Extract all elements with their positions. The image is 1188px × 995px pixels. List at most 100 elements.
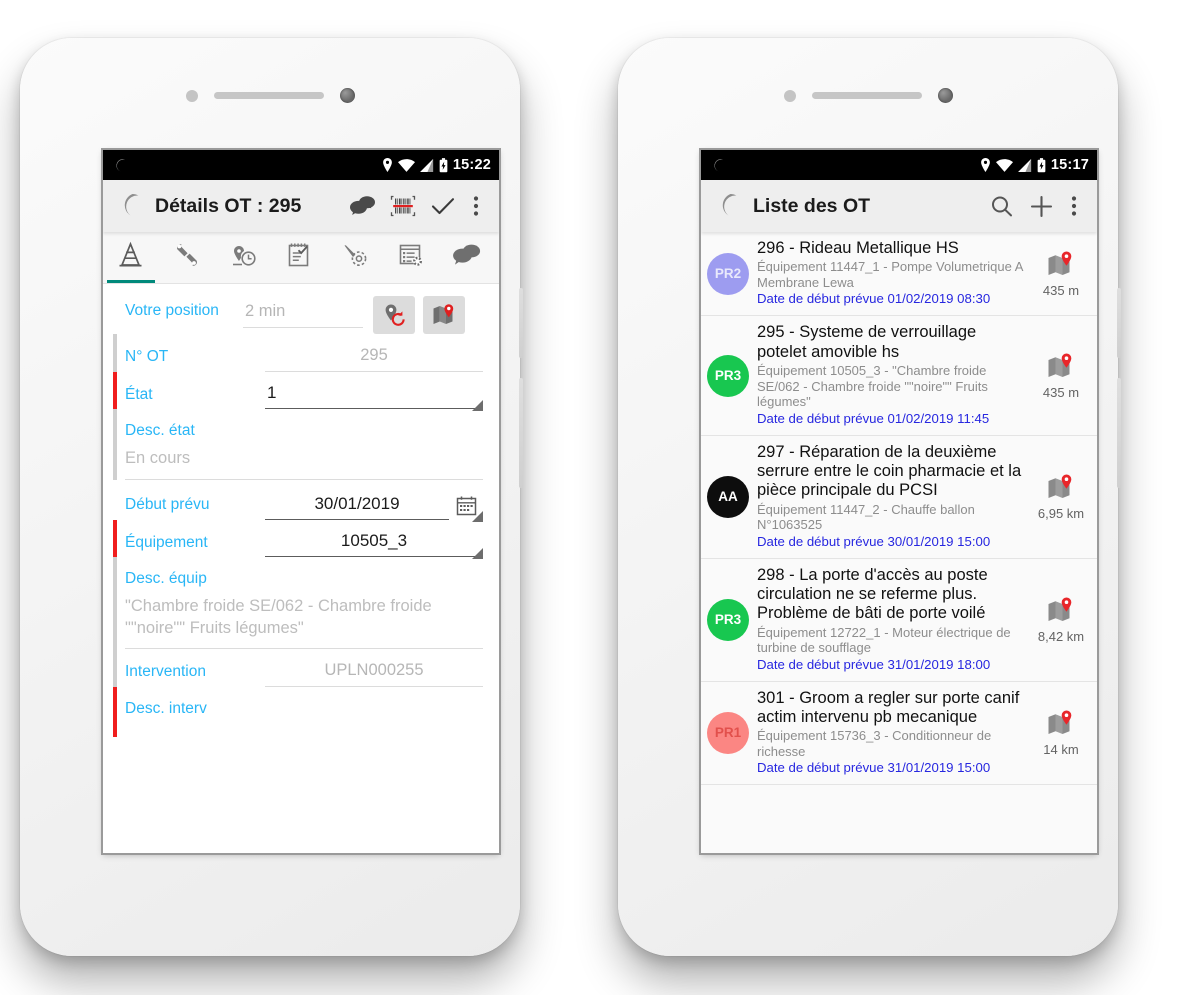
list-item-body: 298 - La porte d'accès au poste circulat… [757, 566, 1029, 674]
numero-ot-input[interactable]: 295 [265, 334, 483, 372]
power-button[interactable] [519, 288, 523, 358]
avatar-label: PR3 [714, 368, 742, 383]
add-icon[interactable] [1021, 184, 1061, 228]
field-marker [113, 480, 117, 520]
ot-detail-form: Votre position 2 min N° OT 295 État 1 De… [103, 284, 499, 853]
phone-screen-left: 15:22 Détails OT : 295 Votre position 2 … [103, 150, 499, 853]
field-marker [113, 649, 117, 688]
list-item-body: 295 - Systeme de verrouillage potelet am… [757, 323, 1029, 427]
ot-equipment: Équipement 12722_1 - Moteur électrique d… [757, 624, 1011, 656]
chat-icon[interactable] [343, 184, 383, 228]
desc-equip-label: Desc. équip [125, 569, 207, 587]
desc-equip-input[interactable]: "Chambre froide SE/062 - Chambre froide … [125, 590, 483, 650]
form-row-equipement: Équipement 10505_3 [103, 519, 499, 559]
app-logo-icon [120, 194, 139, 218]
form-row-desc-equip: Desc. équip "Chambre froide SE/062 - Cha… [103, 556, 499, 650]
tab-chat[interactable] [439, 232, 495, 283]
desc-etat-label: Desc. état [125, 422, 195, 439]
app-logo-icon [718, 194, 737, 218]
app-bar-actions-left [343, 184, 489, 228]
ot-title: 297 - Réparation de la deuxième serrure … [757, 442, 1022, 500]
list-item-map[interactable]: 8,42 km [1033, 596, 1089, 644]
volume-button[interactable] [519, 378, 523, 488]
ot-start-date: Date de début prévue 01/02/2019 08:30 [757, 291, 991, 307]
status-bar-clock: 15:17 [1050, 157, 1089, 173]
list-item[interactable]: PR2 296 - Rideau Metallique HS Équipemen… [701, 232, 1097, 317]
cellular-signal-icon [419, 158, 433, 172]
ot-equipment: Équipement 11447_1 - Pompe Volumetrique … [757, 259, 1023, 290]
app-notification-icon [115, 158, 126, 172]
tab-tools[interactable] [327, 232, 383, 283]
overflow-dots-glyph [473, 196, 479, 216]
avatar-label: PR2 [714, 266, 742, 282]
ot-title: 295 - Systeme de verrouillage potelet am… [757, 323, 977, 361]
proximity-sensor-icon [185, 89, 198, 102]
desc-etat-input[interactable]: En cours [125, 442, 483, 480]
ot-distance: 6,95 km [1037, 505, 1085, 521]
tab-next-partial[interactable] [495, 232, 499, 283]
debut-prevu-input[interactable]: 30/01/2019 [265, 480, 449, 520]
overflow-menu-icon[interactable] [463, 184, 489, 228]
list-item[interactable]: AA 297 - Réparation de la deuxième serru… [701, 435, 1097, 559]
front-camera-icon [339, 88, 355, 103]
map-pin-icon [433, 304, 454, 324]
map-pin-icon [1048, 710, 1072, 734]
search-glyph [991, 196, 1012, 216]
etat-select[interactable]: 1 [265, 372, 483, 409]
list-item[interactable]: PR3 295 - Systeme de verrouillage potele… [701, 316, 1097, 436]
location-pin-icon [383, 158, 392, 172]
open-map-button[interactable] [423, 296, 465, 334]
front-camera-icon [937, 88, 953, 103]
position-input[interactable]: 2 min [243, 290, 363, 328]
traffic-cone-icon [119, 241, 142, 267]
list-item-body: 301 - Groom a regler sur porte canif act… [757, 689, 1029, 778]
field-marker [113, 409, 117, 480]
barcode-scan-glyph [390, 195, 416, 217]
position-label: Votre position [125, 302, 219, 319]
plus-glyph [1030, 195, 1052, 217]
list-item-body: 296 - Rideau Metallique HS Équipement 11… [757, 239, 1029, 308]
list-item-map[interactable]: 14 km [1033, 709, 1089, 757]
list-item[interactable]: PR3 298 - La porte d'accès au poste circ… [701, 558, 1097, 682]
check-icon[interactable] [423, 184, 463, 228]
search-icon[interactable] [981, 184, 1021, 228]
status-bar-clock: 15:22 [452, 157, 491, 173]
ot-start-date: Date de début prévue 31/01/2019 18:00 [757, 656, 991, 672]
app-bar-actions-right [981, 184, 1087, 228]
screenshot-stage: 15:22 Détails OT : 295 Votre position 2 … [0, 0, 1188, 995]
ot-list[interactable]: PR2 296 - Rideau Metallique HS Équipemen… [701, 232, 1097, 853]
battery-charging-icon [439, 157, 448, 172]
ot-equipment: Équipement 10505_3 - "Chambre froide SE/… [757, 362, 988, 410]
field-marker [113, 334, 117, 372]
refresh-location-button[interactable] [373, 296, 415, 334]
volume-button[interactable] [1117, 378, 1121, 488]
form-row-debut-prevu: Début prévu 30/01/2019 [103, 480, 499, 522]
ot-title: 296 - Rideau Metallique HS [757, 239, 959, 257]
app-notification-icon [713, 158, 724, 172]
overflow-menu-icon[interactable] [1061, 184, 1087, 228]
tool-gear-icon [344, 245, 367, 266]
tab-location-history[interactable] [215, 232, 271, 283]
barcode-scan-icon[interactable] [383, 184, 423, 228]
power-button[interactable] [1117, 288, 1121, 358]
form-row-desc-interv: Desc. interv [103, 687, 499, 738]
tab-list-settings[interactable] [383, 232, 439, 283]
location-pin-icon [981, 158, 990, 172]
list-item[interactable]: PR1 301 - Groom a regler sur porte canif… [701, 681, 1097, 786]
avatar: AA [707, 475, 749, 518]
phone-device-right: 15:17 Liste des OT PR2 296 - Rideau Meta… [618, 38, 1121, 956]
form-row-numero-ot: N° OT 295 [103, 334, 499, 372]
list-item-map[interactable]: 435 m [1033, 250, 1089, 298]
tab-notepad[interactable] [271, 232, 327, 283]
equipement-select[interactable]: 10505_3 [265, 520, 483, 557]
intervention-input[interactable]: UPLN000255 [265, 649, 483, 688]
list-item-map[interactable]: 435 m [1033, 352, 1089, 400]
wifi-icon [397, 158, 415, 172]
map-pin-icon [1048, 474, 1072, 498]
tab-traffic-cone[interactable] [103, 232, 159, 283]
ot-equipment: Équipement 11447_2 - Chauffe ballon N°10… [757, 501, 975, 533]
ot-start-date: Date de début prévue 31/01/2019 15:00 [757, 760, 991, 776]
tab-wrench[interactable] [159, 232, 215, 283]
avatar: PR1 [707, 711, 749, 754]
list-item-map[interactable]: 6,95 km [1033, 473, 1089, 521]
